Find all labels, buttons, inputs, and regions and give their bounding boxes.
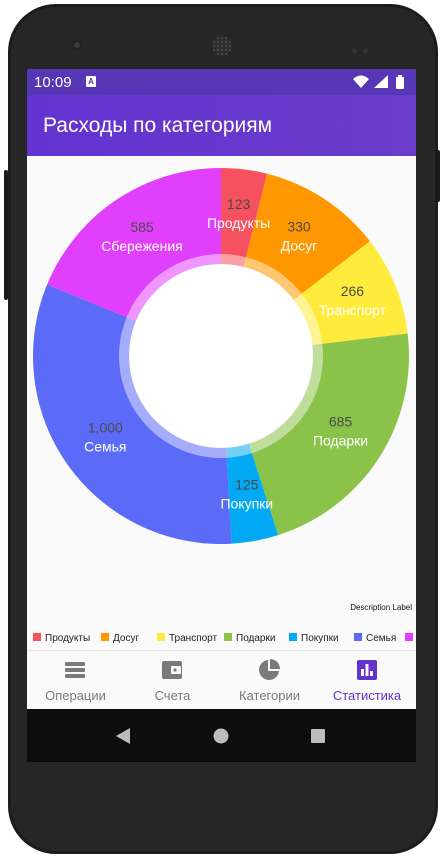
signal-icon (374, 75, 388, 88)
legend-item: Транспорт (157, 632, 217, 646)
chart-description: Description Label (350, 603, 412, 612)
legend-item: Досуг (101, 632, 139, 646)
nav-statistics[interactable]: Статистика (318, 651, 416, 710)
legend-label: Покупки (301, 633, 339, 644)
legend-swatch (101, 633, 109, 642)
page-title: Расходы по категориям (43, 114, 273, 137)
slice-value-label: 330 (287, 218, 311, 234)
earpiece-speaker (212, 36, 232, 56)
pie-chart-icon (259, 659, 280, 680)
legend-swatch (289, 633, 297, 642)
slice-category-label: Покупки (220, 496, 273, 512)
home-icon[interactable] (213, 728, 229, 744)
list-icon (65, 662, 85, 678)
slice-category-label: Досуг (281, 237, 318, 253)
recents-icon[interactable] (311, 729, 325, 743)
legend-label: Транспорт (169, 633, 218, 644)
nav-statistics-label: Статистика (332, 688, 402, 703)
chart-hole (129, 264, 313, 448)
legend-item (405, 632, 416, 646)
chart-area: 123 Продукты 330 Досуг 266 Транспорт 685 Подарк… (27, 156, 416, 644)
slice-category-label: Транспорт (319, 302, 387, 318)
legend-item: Покупки (289, 632, 339, 646)
nav-categories-label: Категории (239, 688, 300, 703)
chart-legend: Продукты Досуг Транспорт Подарки Покупки Семь… (27, 632, 416, 646)
nav-operations[interactable]: Операции (27, 651, 124, 710)
slice-value-label: 123 (227, 196, 251, 212)
slice-category-label: Подарки (313, 433, 368, 449)
legend-label: Семья (366, 633, 397, 644)
legend-label: Продукты (45, 633, 91, 644)
legend-label: Досуг (113, 633, 140, 644)
battery-icon (396, 75, 404, 89)
slice-value-label: 685 (329, 414, 353, 430)
bar-chart-icon (357, 660, 377, 680)
legend-item: Продукты (33, 632, 90, 646)
legend-label: Подарки (236, 633, 276, 644)
legend-swatch (405, 633, 413, 642)
nav-categories[interactable]: Категории (221, 651, 318, 710)
slice-category-label: Сбережения (101, 238, 182, 254)
legend-swatch (33, 633, 41, 642)
legend-swatch (354, 633, 362, 642)
power-button (436, 150, 440, 202)
status-icons (353, 75, 404, 89)
front-camera (72, 40, 82, 50)
slice-category-label: Продукты (207, 215, 270, 231)
proximity-sensors (352, 41, 376, 54)
app-bar: Расходы по категориям (27, 95, 416, 156)
nav-accounts-label: Счета (154, 688, 191, 703)
status-time: 10:09 (34, 74, 72, 91)
slice-value-label: 125 (235, 477, 259, 493)
nav-operations-label: Операции (45, 688, 106, 703)
system-navigation-bar (27, 709, 416, 762)
wallet-icon (162, 661, 182, 679)
donut-chart[interactable]: 123 Продукты 330 Досуг 266 Транспорт 685 Подарк… (27, 156, 416, 596)
legend-swatch (224, 633, 232, 642)
bottom-navigation: Операции Счета Категории Статистика (27, 650, 416, 710)
screen: 10:09 A Расходы по категориям 123 Продукт… (27, 69, 416, 762)
notification-icon: A (86, 76, 96, 87)
slice-value-label: 585 (130, 219, 154, 235)
legend-swatch (157, 633, 165, 642)
slice-category-label: Семья (84, 438, 126, 454)
volume-button (4, 170, 8, 300)
nav-accounts[interactable]: Счета (124, 651, 221, 710)
slice-value-label: 266 (341, 283, 365, 299)
legend-item: Семья (354, 632, 396, 646)
slice-value-label: 1,000 (88, 419, 123, 435)
wifi-icon (353, 75, 369, 88)
legend-item: Подарки (224, 632, 275, 646)
status-bar: 10:09 A (27, 69, 416, 95)
back-icon[interactable] (115, 727, 131, 745)
